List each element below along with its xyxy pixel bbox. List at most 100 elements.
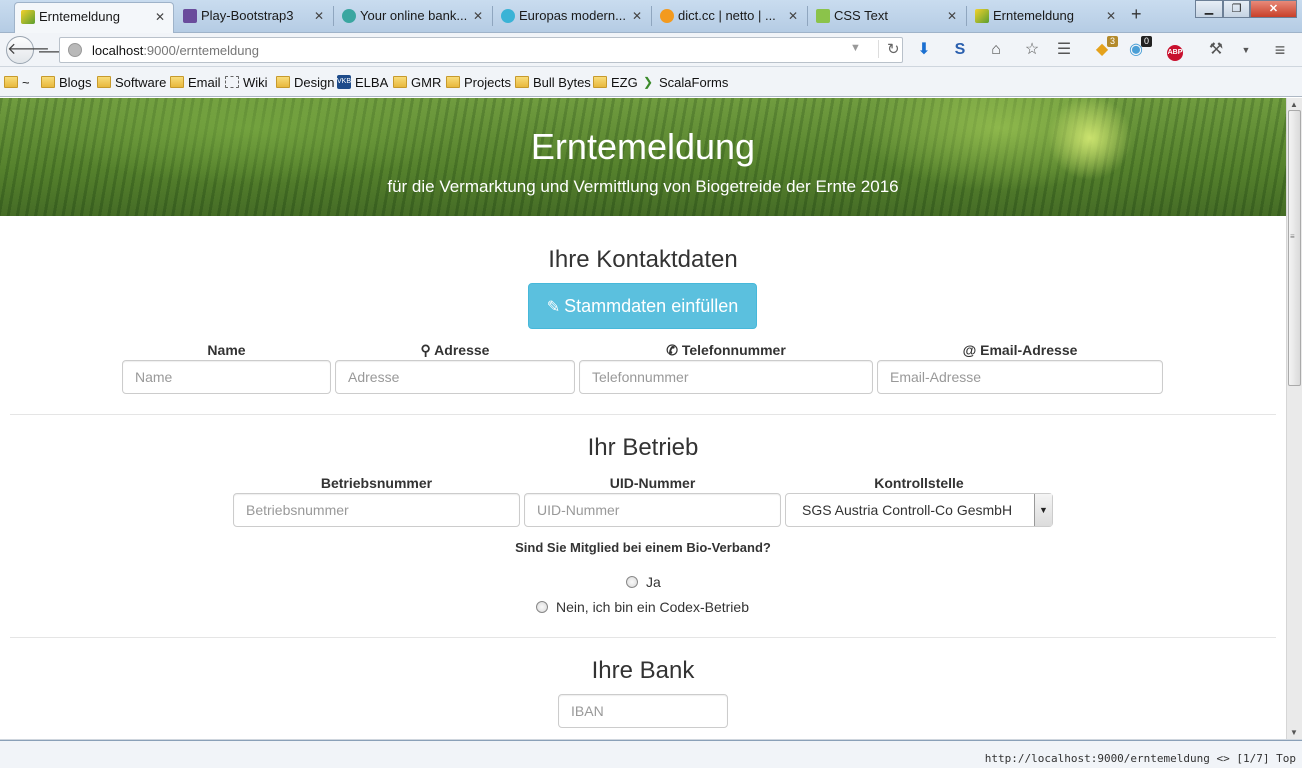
reload-icon[interactable]: ↻ [878, 40, 900, 58]
bookmark-projects[interactable]: Projects [446, 75, 511, 90]
tab-strip: Erntemeldung ✕ Play-Bootstrap3 ✕ Your on… [0, 0, 1302, 34]
chevron-down-icon[interactable]: ▼ [1236, 41, 1256, 61]
tab-divider [651, 6, 652, 26]
bio-association-question: Sind Sie Mitglied bei einem Bio-Verband? [515, 540, 771, 555]
phone-input[interactable]: Telefonnummer [579, 360, 873, 394]
url-text[interactable]: localhost:9000/erntemeldung [92, 43, 259, 58]
scroll-down-icon[interactable]: ▼ [1290, 728, 1298, 737]
bookmark-ezg[interactable]: EZG [593, 75, 638, 90]
vertical-scrollbar[interactable]: ▲ ≡ ▼ [1286, 98, 1302, 739]
grip-icon: ≡ [1290, 232, 1295, 241]
navigation-toolbar: 🡐 🡒 localhost:9000/erntemeldung ▼ ↻ ⬇ S … [0, 33, 1302, 67]
minimize-button[interactable]: ▁ [1195, 0, 1223, 18]
tab-europas[interactable]: Europas modern... ✕ [495, 2, 650, 33]
tab-label: dict.cc | netto | ... [678, 8, 776, 23]
status-text: http://localhost:9000/erntemeldung <> [1… [984, 752, 1296, 765]
bookmark-design[interactable]: Design [276, 75, 334, 90]
bookmark-bull-bytes[interactable]: Bull Bytes [515, 75, 591, 90]
scroll-up-icon[interactable]: ▲ [1290, 100, 1298, 109]
at-icon: @ [962, 342, 981, 358]
folder-icon [41, 76, 55, 88]
prefill-button[interactable]: ✎ Stammdaten einfüllen [528, 283, 757, 329]
bookmark-elba[interactable]: VKB ELBA [337, 75, 388, 90]
bookmark-gmr[interactable]: GMR [393, 75, 441, 90]
tools-icon[interactable]: ⚒ [1206, 41, 1226, 61]
address-input[interactable]: Adresse [335, 360, 575, 394]
chevron-down-icon[interactable]: ▼ [850, 42, 861, 54]
tab-groups-icon[interactable]: ◆ 3 [1092, 36, 1118, 61]
notifications-icon[interactable]: ◉ 0 [1126, 36, 1152, 61]
close-icon[interactable]: ✕ [155, 3, 165, 31]
tab-erntemeldung-2[interactable]: Erntemeldung ✕ [969, 2, 1124, 33]
radio-yes[interactable]: Ja [626, 574, 661, 590]
prefill-button-label: Stammdaten einfüllen [564, 296, 739, 316]
tab-erntemeldung-active[interactable]: Erntemeldung ✕ [14, 2, 174, 34]
radio-no-label: Nein, ich bin ein Codex-Betrieb [556, 599, 749, 615]
pencil-icon: ✎ [546, 299, 561, 316]
status-bar: http://localhost:9000/erntemeldung <> [1… [0, 739, 1302, 768]
bookmark-label: Software [115, 75, 167, 90]
dotted-page-icon [225, 76, 239, 88]
s-extension-icon[interactable]: S [950, 41, 970, 61]
bookmark-label: Blogs [59, 75, 92, 90]
bookmark-label: GMR [411, 75, 442, 90]
business-number-input[interactable]: Betriebsnummer [233, 493, 520, 527]
radio-button-icon[interactable] [626, 576, 638, 588]
maximize-button[interactable]: ❐ [1223, 0, 1250, 18]
control-body-value: SGS Austria Controll-Co GesmbH [802, 502, 1013, 518]
tab-divider [492, 6, 493, 26]
tab-css-text[interactable]: CSS Text ✕ [810, 2, 965, 33]
address-bar[interactable]: localhost:9000/erntemeldung ▼ ↻ [59, 37, 903, 63]
folder-icon [515, 76, 529, 88]
close-icon[interactable]: ✕ [314, 2, 324, 30]
iban-input[interactable]: IBAN [558, 694, 728, 728]
scrollbar-thumb[interactable] [1288, 110, 1301, 386]
uid-input[interactable]: UID-Nummer [524, 493, 781, 527]
europa-favicon [501, 9, 515, 23]
bookmark-software[interactable]: Software [97, 75, 166, 90]
radio-button-icon[interactable] [536, 601, 548, 613]
url-host: localhost [92, 43, 144, 58]
email-input[interactable]: Email-Adresse [877, 360, 1163, 394]
close-icon[interactable]: ✕ [947, 2, 957, 30]
folder-icon [593, 76, 607, 88]
email-label: @ Email-Adresse [877, 342, 1163, 358]
bookmark-email[interactable]: Email [170, 75, 221, 90]
radio-no-codex[interactable]: Nein, ich bin ein Codex-Betrieb [536, 599, 749, 615]
tab-label: Play-Bootstrap3 [201, 8, 294, 23]
menu-icon[interactable]: ≡ [1270, 41, 1290, 61]
bookmark-label: Projects [464, 75, 511, 90]
hero-banner: Erntemeldung für die Vermarktung und Ver… [0, 98, 1286, 216]
adblock-icon[interactable]: ABP [1162, 41, 1188, 61]
dictcc-favicon [660, 9, 674, 23]
email-label-text: Email-Adresse [980, 342, 1078, 358]
map-marker-icon: ⚲ [420, 342, 435, 358]
download-icon[interactable]: ⬇ [914, 41, 934, 61]
name-input[interactable]: Name [122, 360, 331, 394]
reading-list-icon[interactable]: ☰ [1054, 41, 1074, 61]
page-viewport: Erntemeldung für die Vermarktung und Ver… [0, 98, 1286, 739]
close-icon[interactable]: ✕ [788, 2, 798, 30]
tab-label: CSS Text [834, 8, 888, 23]
bookmark-blogs[interactable]: Blogs [41, 75, 92, 90]
home-icon[interactable]: ⌂ [986, 41, 1006, 61]
back-button[interactable]: 🡐 [6, 36, 50, 64]
page-title: Erntemeldung [530, 126, 756, 167]
tab-online-bank[interactable]: Your online bank... ✕ [336, 2, 491, 33]
bookmark-label: EZG [611, 75, 638, 90]
tab-dictcc[interactable]: dict.cc | netto | ... ✕ [654, 2, 806, 33]
tab-play-bootstrap3[interactable]: Play-Bootstrap3 ✕ [177, 2, 332, 33]
bookmark-star-icon[interactable]: ☆ [1022, 41, 1042, 61]
folder-icon [170, 76, 184, 88]
section-divider [10, 414, 1276, 415]
bookmark-scalaforms[interactable]: ❯ ScalaForms [641, 75, 728, 90]
bookmark-home[interactable]: ~ [4, 75, 30, 90]
bookmark-wiki[interactable]: Wiki [225, 75, 268, 90]
window-close-button[interactable]: ✕ [1250, 0, 1297, 18]
close-icon[interactable]: ✕ [1106, 2, 1116, 30]
close-icon[interactable]: ✕ [473, 2, 483, 30]
control-body-select[interactable]: SGS Austria Controll-Co GesmbH ▼ [785, 493, 1053, 527]
new-tab-button[interactable]: + [1131, 4, 1142, 25]
chevron-down-icon[interactable]: ▼ [1034, 494, 1052, 526]
close-icon[interactable]: ✕ [632, 2, 642, 30]
